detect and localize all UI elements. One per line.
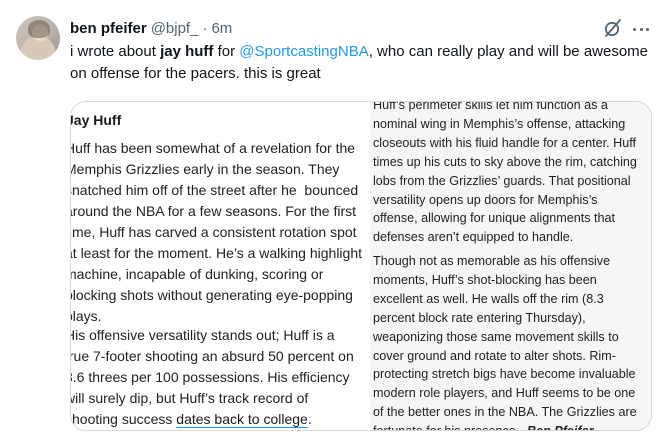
tweet-text-mid: for [213, 43, 240, 60]
article-line: nominal wing in Memphis’s offense, attac… [373, 116, 626, 131]
article-line: will surely dip, but Huff’s track record… [71, 390, 309, 406]
tweet-text-prefix: i wrote about [70, 43, 161, 60]
article-line: versatility opens up doors for Memphis’s [373, 192, 598, 207]
article-line-text: . [307, 411, 312, 427]
timestamp[interactable]: 6m [211, 20, 232, 37]
article-line: Huff’s perimeter skills let him function… [373, 102, 608, 112]
article-column-right: Huff’s perimeter skills let him function… [370, 102, 651, 430]
article-line: blocking shots without generating eye-po… [71, 287, 353, 303]
article-line: cover ground and rotate to alter shots. … [373, 348, 616, 363]
article-line: Huff has been somewhat of a revelation f… [71, 140, 356, 156]
article-line: weaponizing those same movement skills t… [373, 329, 619, 344]
article-line: snatched him off of the street after he … [71, 182, 359, 198]
article-line: protecting stretch bigs have become inva… [373, 367, 636, 382]
article-line: percent block rate entering Thursday), [373, 310, 586, 325]
avatar[interactable] [16, 16, 60, 60]
article-line: His offensive versatility stands out; Hu… [71, 327, 335, 343]
article-line: Memphis Grizzlies early in the season. T… [71, 161, 340, 177]
separator-dot: · [202, 19, 208, 37]
user-handle[interactable]: @bjpf_ [151, 20, 199, 37]
tweet-header: ben pfeifer @bjpf_ · 6m [70, 17, 232, 39]
article-line: defenses aren’t equipped to handle. [373, 230, 574, 245]
article-line: plays. [71, 308, 102, 324]
article-link[interactable]: dates back to college [176, 411, 308, 427]
article-line-text: shooting success [71, 411, 177, 427]
article-column-left: Jay Huff Huff has been somewhat of a rev… [71, 102, 364, 430]
display-name[interactable]: ben pfeifer [70, 20, 147, 37]
article-line: of the better ones in the NBA. The Grizz… [373, 405, 637, 420]
tweet-subject: jay huff [160, 43, 214, 60]
article-line-text: fortunate for his presence. [373, 424, 523, 430]
article-line: time, Huff has carved a consistent rotat… [71, 224, 357, 240]
mention-link[interactable]: @SportcastingNBA [239, 43, 368, 60]
article-line: modern role players, and Huff seems to b… [373, 386, 636, 401]
attached-image[interactable]: Jay Huff Huff has been somewhat of a rev… [70, 101, 652, 431]
author-byline: -Ben Pfeifer [523, 424, 594, 430]
article-line: times up his cuts to sky above the rim, … [373, 154, 637, 169]
article-line: closeouts with his fluid handle for a ce… [373, 135, 636, 150]
article-line: around the NBA for a few seasons. For th… [71, 203, 357, 219]
article-line: true 7-footer shooting an absurd 50 perc… [71, 348, 354, 364]
article-line: Though not as memorable as his offensive [373, 254, 611, 268]
article-line: lobs from the Grizzlies’ guards. That po… [373, 173, 631, 188]
grok-icon[interactable] [603, 18, 623, 38]
article-line: offense, allowing for unique alignments … [373, 211, 616, 226]
article-line: at least for the moment. He’s a walking … [71, 245, 363, 261]
article-line: excellent as well. He walls off the rim … [373, 291, 604, 306]
article-line: machine, incapable of dunking, scoring o… [71, 266, 324, 282]
tweet: ben pfeifer @bjpf_ · 6m i wrote about ja… [0, 0, 664, 435]
article-line: 3.6 threes per 100 possessions. His effi… [71, 369, 350, 385]
article-line: shooting success dates back to college. [71, 409, 312, 430]
tweet-text: i wrote about jay huff for @Sportcasting… [70, 41, 655, 85]
article-line: fortunate for his presence. -Ben Pfeifer [373, 422, 594, 430]
more-options-icon[interactable] [631, 19, 651, 39]
article-line: moments, Huff’s shot-blocking has been [373, 272, 597, 287]
